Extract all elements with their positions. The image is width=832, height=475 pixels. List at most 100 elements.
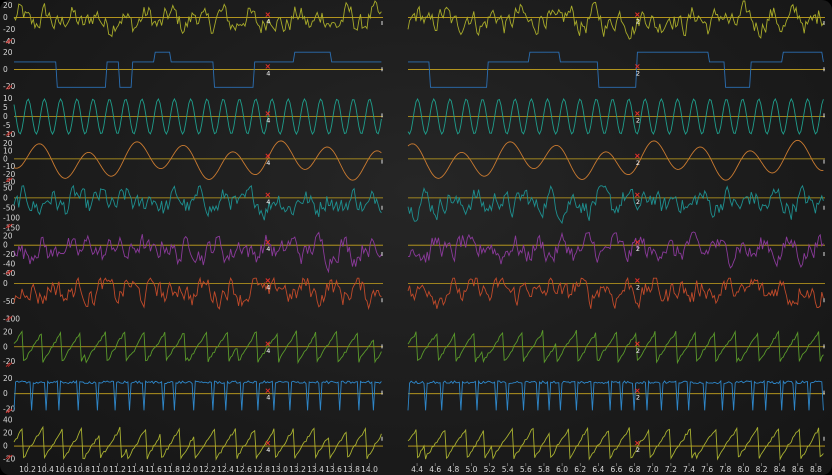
x-tick-label: 6.0 (556, 465, 568, 474)
x-tick-label: 11.6 (145, 465, 162, 474)
x-tick-label: 10.4 (37, 465, 54, 474)
y-tick-label: 20 (3, 231, 13, 240)
oscilloscope-chart: 200-20-4042200-20421050-5-104220100-10-2… (0, 0, 832, 475)
x-tick-label: 7.4 (683, 465, 695, 474)
y-tick-label: 20 (3, 327, 13, 336)
y-tick-label: -40 (3, 37, 15, 46)
x-tick-label: 12.4 (217, 465, 234, 474)
y-tick-label: 0 (3, 342, 8, 351)
x-tick-label: 13.4 (307, 465, 324, 474)
x-tick-label: 10.8 (73, 465, 90, 474)
x-tick-label: 5.6 (520, 465, 532, 474)
cursor-marker-icon (265, 192, 271, 198)
cursor-marker-label: 2 (636, 245, 640, 253)
cursor-marker-label: 4 (266, 245, 270, 253)
x-tick-label: 8.2 (756, 465, 768, 474)
x-tick-label: 8.8 (810, 465, 822, 474)
x-tick-label: 12.0 (181, 465, 198, 474)
x-tick-label: 14.0 (361, 465, 378, 474)
cursor-marker-label: 4 (266, 446, 270, 454)
y-tick-label: -20 (3, 250, 15, 259)
x-tick-label: 11.8 (163, 465, 180, 474)
x-tick-label: 8.6 (792, 465, 804, 474)
cursor-marker-icon (265, 12, 271, 17)
cursor-marker-label: 2 (636, 117, 640, 125)
x-tick-label: 11.0 (91, 465, 108, 474)
cursor-marker-icon (265, 440, 271, 446)
cursor-marker-icon (634, 278, 640, 283)
y-tick-label: 10 (3, 94, 13, 103)
cursor-marker-icon (634, 192, 640, 198)
x-tick-label: 4.4 (411, 465, 423, 474)
cursor-marker-label: 4 (266, 69, 270, 77)
x-tick-label: 13.0 (271, 465, 288, 474)
x-tick-label: 6.2 (574, 465, 586, 474)
x-tick-label: 5.8 (538, 465, 550, 474)
cursor-marker-icon (634, 440, 640, 446)
x-tick-label: 7.2 (665, 465, 677, 474)
y-tick-label: 0 (3, 193, 8, 202)
series-line (13, 425, 382, 461)
x-tick-label: 6.4 (592, 465, 604, 474)
x-tick-label: 5.0 (465, 465, 477, 474)
cursor-marker-icon (265, 278, 271, 283)
cursor-marker-label: 2 (636, 394, 640, 402)
series-line (13, 0, 382, 38)
cursor-marker-label: 2 (636, 69, 640, 77)
x-tick-label: 5.2 (484, 465, 496, 474)
x-tick-label: 7.8 (719, 465, 731, 474)
chart-canvas: 200-20-4042200-20421050-5-104220100-10-2… (3, 0, 825, 474)
y-tick-label: 20 (3, 429, 13, 438)
cursor-marker-icon (634, 388, 640, 394)
series-line (408, 231, 824, 269)
y-tick-label: -40 (3, 260, 15, 269)
cursor-marker-label: 2 (636, 198, 640, 206)
x-tick-label: 12.6 (235, 465, 252, 474)
y-tick-label: 0 (3, 241, 8, 250)
cursor-marker-icon (634, 111, 640, 116)
series-line (407, 184, 824, 225)
x-tick-label: 4.8 (447, 465, 459, 474)
y-tick-label: 50 (3, 183, 13, 192)
cursor-marker-label: 4 (266, 284, 270, 292)
x-tick-label: 11.4 (127, 465, 144, 474)
cursor-marker-label: 2 (636, 159, 640, 167)
cursor-marker-label: 2 (636, 18, 640, 26)
y-tick-label: -50 (3, 203, 15, 212)
y-tick-label: -20 (3, 25, 15, 34)
series-line (13, 276, 382, 311)
y-tick-label: -5 (3, 121, 11, 130)
y-tick-label: 0 (3, 13, 8, 22)
x-tick-label: 12.8 (253, 465, 270, 474)
x-tick-label: 10.2 (19, 465, 36, 474)
x-tick-label: 8.0 (737, 465, 749, 474)
series-line (407, 139, 824, 181)
cursor-marker-label: 4 (266, 18, 270, 26)
x-tick-label: 13.6 (325, 465, 342, 474)
x-tick-label: 10.6 (55, 465, 72, 474)
series-line (13, 231, 382, 274)
cursor-marker-label: 2 (636, 347, 640, 355)
cursor-marker-label: 4 (266, 198, 270, 206)
y-tick-label: 0 (3, 65, 8, 74)
x-tick-label: 6.8 (629, 465, 641, 474)
y-tick-label: 0 (3, 389, 8, 398)
cursor-marker-label: 4 (266, 159, 270, 167)
x-tick-label: 5.4 (502, 465, 514, 474)
series-line (407, 0, 824, 40)
cursor-marker-label: 4 (266, 394, 270, 402)
x-tick-label: 11.2 (109, 465, 126, 474)
series-line (407, 276, 824, 310)
x-tick-label: 13.2 (289, 465, 306, 474)
cursor-marker-icon (634, 64, 640, 69)
series-line (407, 379, 824, 411)
y-tick-label: -100 (3, 315, 20, 324)
x-tick-label: 8.4 (774, 465, 786, 474)
series-line (13, 140, 382, 181)
x-tick-label: 7.0 (647, 465, 659, 474)
y-tick-label: 40 (3, 416, 13, 425)
series-line (13, 379, 382, 411)
cursor-marker-label: 4 (266, 347, 270, 355)
y-tick-label: 0 (3, 442, 8, 451)
x-tick-label: 7.6 (701, 465, 713, 474)
